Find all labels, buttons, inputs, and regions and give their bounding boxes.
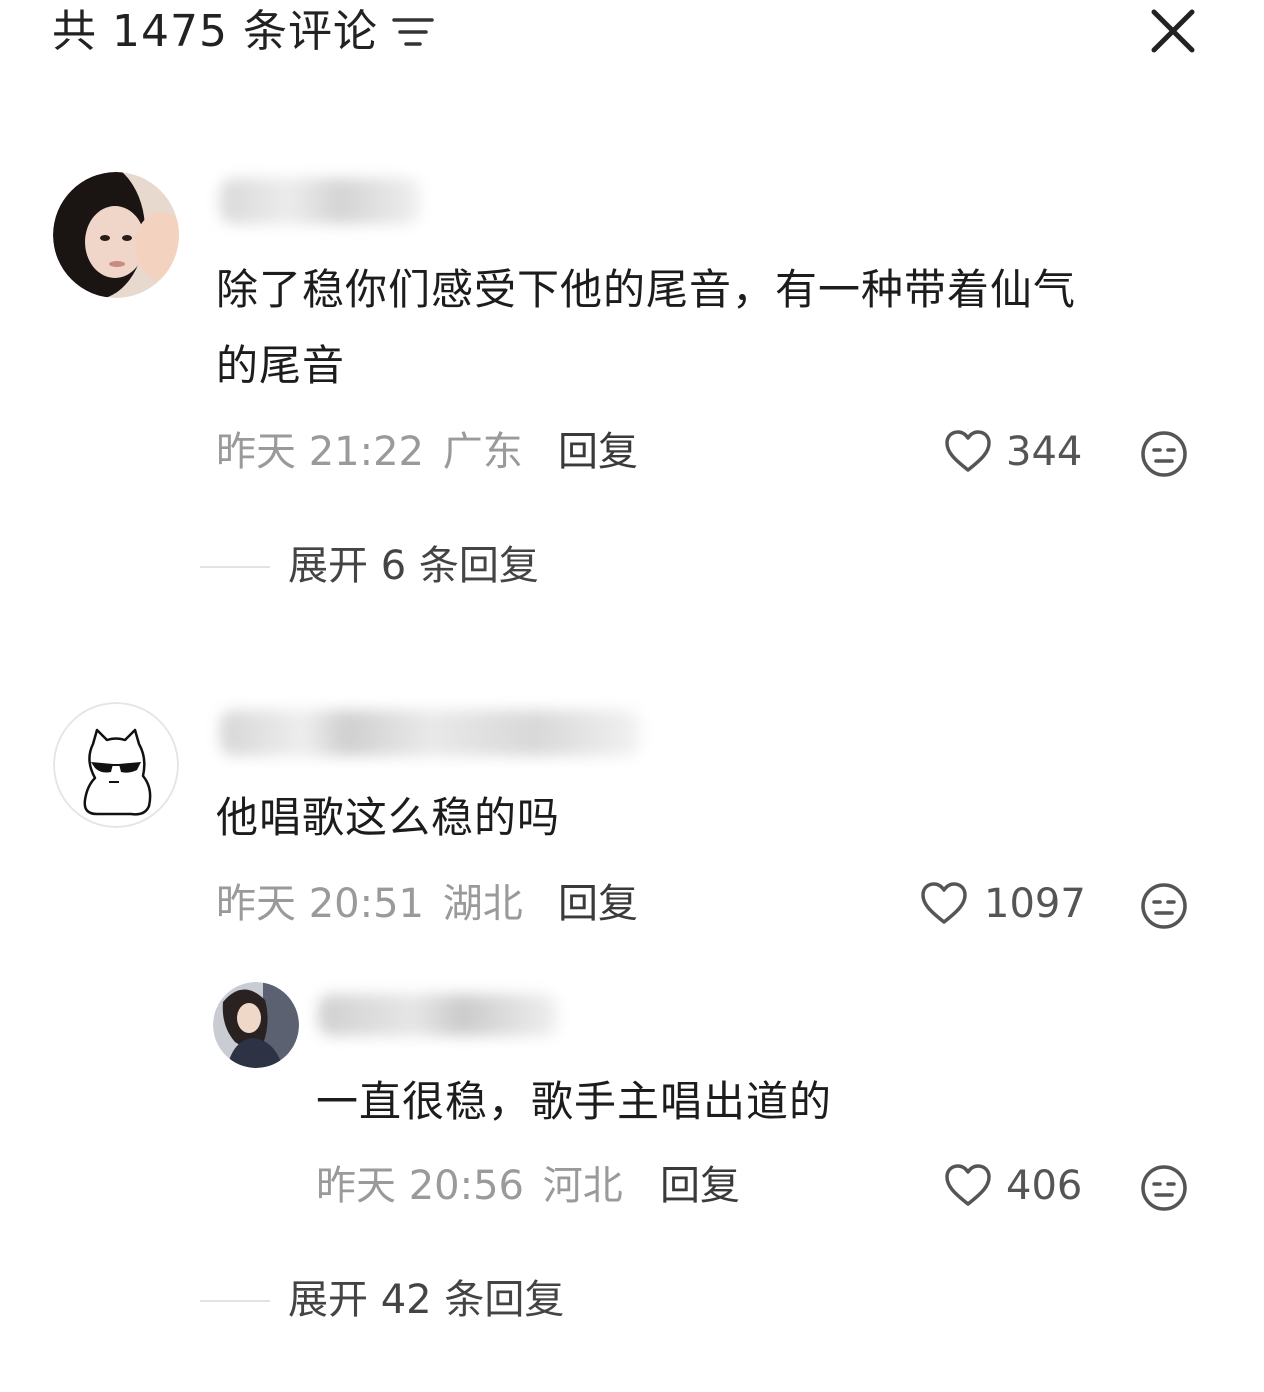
comment-text: 除了稳你们感受下他的尾音，有一种带着仙气 的尾音 [216,252,1216,404]
like-count: 406 [1006,1163,1083,1209]
comment-count-title: 共 1475 条评论 [52,6,378,57]
comment-location: 湖北 [442,881,523,927]
expand-replies-button[interactable]: 展开 42 条回复 [288,1272,564,1328]
expand-replies-button[interactable]: 展开 6 条回复 [288,538,539,594]
like-heart-icon[interactable] [944,1164,992,1208]
username-blurred[interactable] [220,178,420,224]
user-avatar[interactable] [53,702,179,828]
comment-item: 除了稳你们感受下他的尾音，有一种带着仙气 的尾音 昨天 21:22 广东 回复 … [0,160,1264,600]
comment-text: 他唱歌这么稳的吗 [216,793,561,842]
reply-text: 一直很稳，歌手主唱出道的 [316,1077,833,1126]
comment-location: 广东 [442,429,523,475]
like-heart-icon[interactable] [920,882,968,926]
user-avatar[interactable] [53,172,179,298]
reply-meta: 昨天 20:56 河北 [316,1158,623,1214]
comment-meta: 昨天 21:22 广东 [216,424,523,480]
expand-divider [200,566,270,568]
comment-text-line: 除了稳你们感受下他的尾音，有一种带着仙气 [216,265,1077,314]
reply-button[interactable]: 回复 [558,424,638,480]
reply-time: 昨天 20:56 [316,1163,524,1209]
emoji-reaction-icon[interactable] [1140,430,1188,478]
like-count: 1097 [984,881,1086,927]
like-heart-icon[interactable] [944,430,992,474]
comment-text-line: 的尾音 [216,341,346,390]
comment-time: 昨天 21:22 [216,429,424,475]
username-blurred[interactable] [220,710,640,756]
emoji-reaction-icon[interactable] [1140,1164,1188,1212]
comment-item: 他唱歌这么稳的吗 昨天 20:51 湖北 回复 1097 一直很稳，歌手主唱出道… [0,700,1264,1350]
comment-time: 昨天 20:51 [216,881,424,927]
user-avatar[interactable] [213,982,299,1068]
emoji-reaction-icon[interactable] [1140,882,1188,930]
reply-button[interactable]: 回复 [558,876,638,932]
like-count: 344 [1006,429,1083,475]
expand-divider [200,1300,270,1302]
reply-item: 一直很稳，歌手主唱出道的 昨天 20:56 河北 回复 406 [200,980,1264,1240]
comment-meta: 昨天 20:51 湖北 [216,876,523,932]
username-blurred[interactable] [318,994,558,1036]
reply-button[interactable]: 回复 [660,1158,740,1214]
reply-location: 河北 [542,1163,623,1209]
close-icon[interactable] [1150,8,1196,54]
filter-icon[interactable] [392,14,434,50]
